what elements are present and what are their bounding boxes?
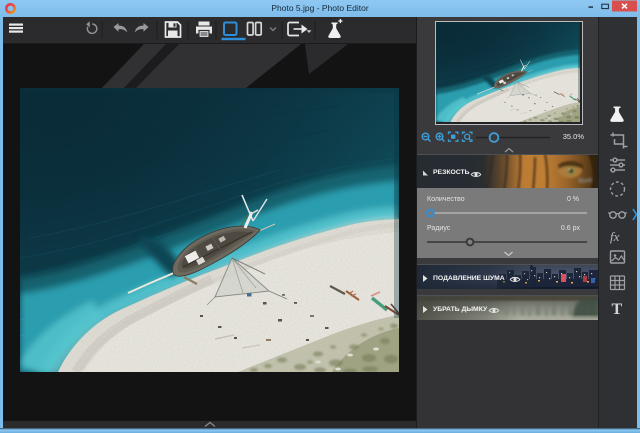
svg-text:fx: fx <box>610 229 620 244</box>
svg-text:T: T <box>612 301 623 318</box>
